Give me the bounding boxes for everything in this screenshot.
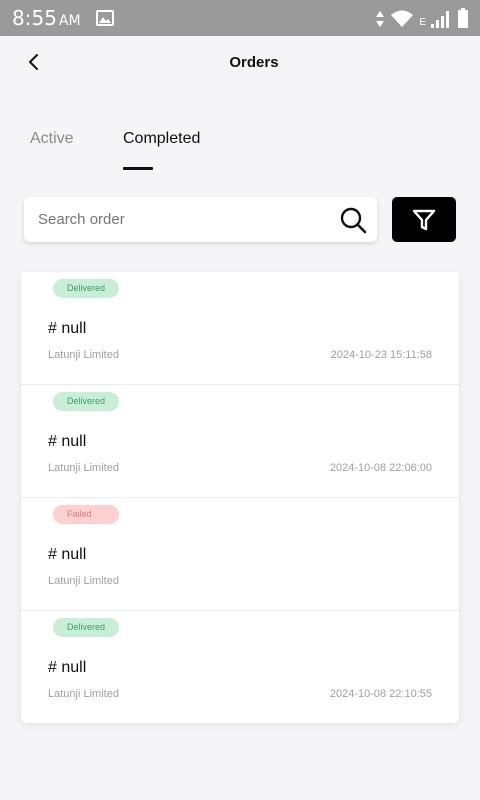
battery-icon	[458, 8, 468, 28]
status-time-ampm: AM	[58, 13, 81, 29]
status-time: 8:55 AM	[12, 6, 81, 30]
status-badge: Delivered	[53, 279, 119, 298]
status-badge: Delivered	[53, 618, 119, 637]
filter-icon	[412, 209, 436, 230]
tab-indicator	[123, 167, 153, 170]
order-item[interactable]: Failed # null Latunji Limited	[21, 498, 459, 611]
status-bar: 8:55 AM E	[0, 0, 480, 36]
tab-active[interactable]: Active	[30, 130, 74, 148]
order-item[interactable]: Delivered # null Latunji Limited 2024-10…	[21, 385, 459, 498]
order-merchant: Latunji Limited	[48, 462, 119, 474]
order-item[interactable]: Delivered # null Latunji Limited 2024-10…	[21, 272, 459, 385]
data-activity-icon	[376, 11, 385, 27]
order-list: Delivered # null Latunji Limited 2024-10…	[21, 272, 459, 723]
order-item[interactable]: Delivered # null Latunji Limited 2024-10…	[21, 611, 459, 723]
order-date: 2024-10-08 22:06:00	[329, 462, 432, 474]
order-merchant: Latunji Limited	[48, 349, 119, 361]
wifi-icon	[391, 10, 414, 27]
order-date: 2024-10-08 22:10:55	[329, 688, 432, 700]
search-icon[interactable]	[339, 206, 367, 234]
signal-icon	[431, 11, 449, 28]
page-title: Orders	[229, 54, 279, 71]
status-badge: Failed	[53, 505, 119, 524]
order-number: # null	[48, 320, 87, 337]
tab-completed[interactable]: Completed	[123, 130, 200, 148]
search-input[interactable]	[38, 197, 328, 242]
status-icons: E	[375, 8, 468, 28]
order-merchant: Latunji Limited	[48, 575, 119, 587]
order-date: 2024-10-23 15:11:58	[330, 349, 432, 361]
order-number: # null	[48, 433, 87, 450]
status-time-value: 8:55	[12, 6, 57, 30]
order-merchant: Latunji Limited	[48, 688, 119, 700]
filter-button[interactable]	[392, 197, 456, 242]
order-number: # null	[48, 546, 87, 563]
status-badge: Delivered	[53, 392, 119, 411]
network-type-label: E	[419, 17, 426, 28]
image-notification-icon	[96, 10, 114, 26]
search-box	[24, 197, 377, 242]
order-number: # null	[48, 659, 87, 676]
